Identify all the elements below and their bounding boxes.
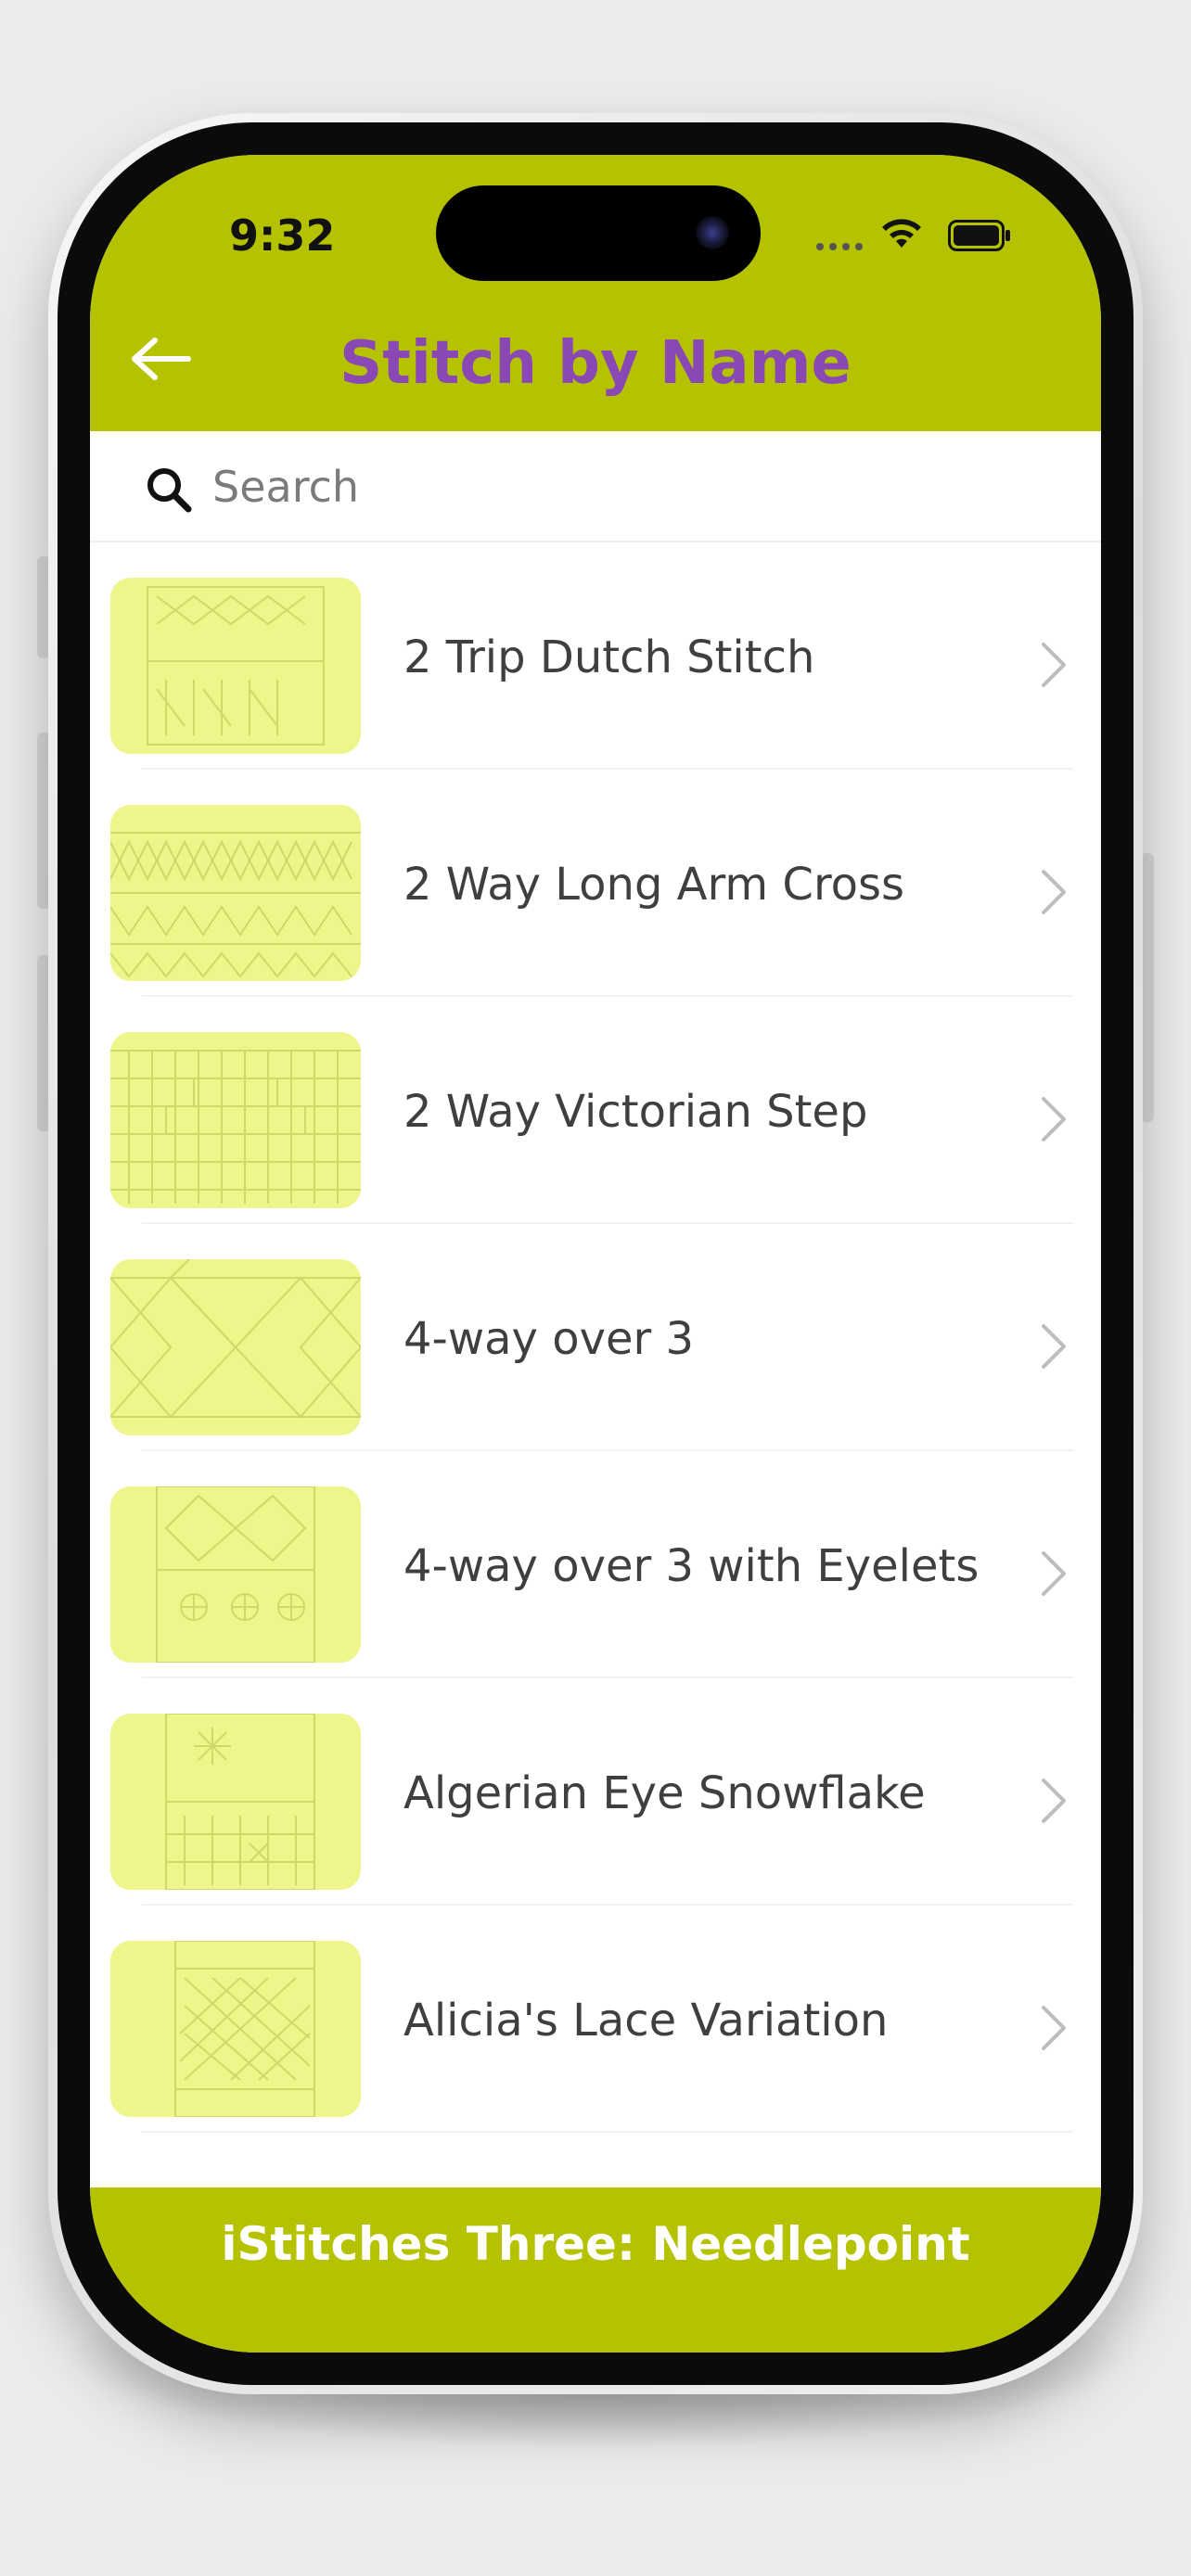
stitch-thumbnail <box>110 1714 361 1890</box>
chevron-right-icon <box>1042 1779 1066 1823</box>
nav-header: 9:32 Stitch by Name <box>90 155 1101 431</box>
footer-title: iStitches Three: Needlepoint <box>221 2217 970 2271</box>
stitch-list: 2 Trip Dutch Stitch 2 Way Long Arm Cross… <box>90 542 1101 2133</box>
list-item[interactable]: 4-way over 3 with Eyelets <box>90 1451 1101 1678</box>
list-item[interactable]: 2 Trip Dutch Stitch <box>90 542 1101 770</box>
chevron-right-icon <box>1042 643 1066 687</box>
stitch-thumbnail <box>110 805 361 981</box>
chevron-right-icon <box>1042 1324 1066 1369</box>
stitch-name: 2 Way Long Arm Cross <box>403 859 904 911</box>
search-input[interactable] <box>211 457 1049 516</box>
chevron-right-icon <box>1042 870 1066 914</box>
stitch-thumbnail <box>110 578 361 754</box>
list-item[interactable]: Algerian Eye Snowflake <box>90 1678 1101 1906</box>
dynamic-island <box>436 185 761 281</box>
stitch-name: 4-way over 3 with Eyelets <box>403 1540 980 1592</box>
search-icon <box>147 468 192 513</box>
app-screen: 9:32 Stitch by Name Search 2 Trip Dutch … <box>90 155 1101 2353</box>
page-title: Stitch by Name <box>339 329 852 398</box>
battery-icon <box>948 220 1010 251</box>
wifi-icon <box>882 219 921 248</box>
list-item[interactable]: 2 Way Victorian Step <box>90 997 1101 1224</box>
stitch-thumbnail <box>110 1486 361 1663</box>
stitch-thumbnail <box>110 1032 361 1208</box>
list-item[interactable]: Alicia's Lace Variation <box>90 1906 1101 2133</box>
front-camera-icon <box>696 216 729 249</box>
list-item[interactable]: 2 Way Long Arm Cross <box>90 770 1101 997</box>
stitch-name: 4-way over 3 <box>403 1313 695 1365</box>
list-item[interactable]: 4-way over 3 <box>90 1224 1101 1451</box>
search-bar <box>90 431 1101 542</box>
power-button <box>1141 853 1154 1122</box>
stitch-name: Algerian Eye Snowflake <box>403 1767 926 1819</box>
status-time: 9:32 <box>229 210 336 261</box>
chevron-right-icon <box>1042 2006 1066 2050</box>
stitch-name: 2 Way Victorian Step <box>403 1086 868 1138</box>
app-footer: iStitches Three: Needlepoint <box>90 2187 1101 2353</box>
row-divider <box>142 2131 1073 2133</box>
stitch-thumbnail <box>110 1941 361 2117</box>
stitch-name: Alicia's Lace Variation <box>403 1995 889 2047</box>
stitch-name: 2 Trip Dutch Stitch <box>403 631 815 683</box>
cellular-signal-icon <box>816 243 863 250</box>
chevron-right-icon <box>1042 1097 1066 1141</box>
stitch-thumbnail <box>110 1259 361 1435</box>
chevron-right-icon <box>1042 1551 1066 1596</box>
